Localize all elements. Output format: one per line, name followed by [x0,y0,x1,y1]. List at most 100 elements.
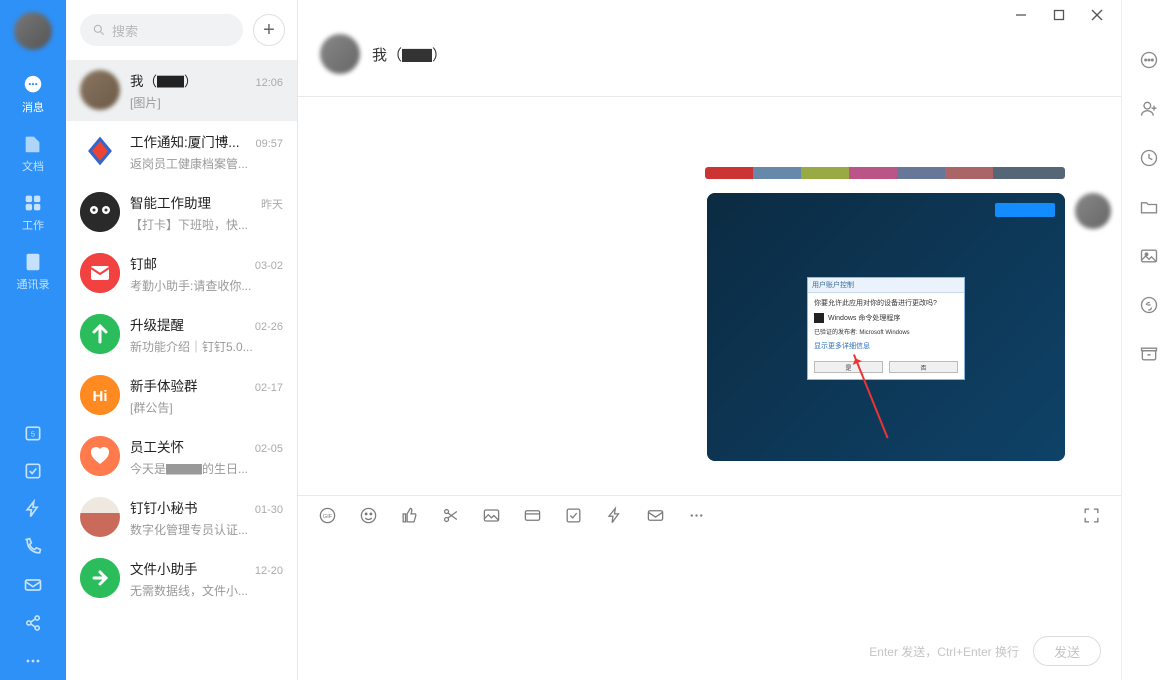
flash-icon [23,499,43,519]
gallery-button[interactable] [1139,246,1159,271]
my-avatar[interactable] [14,12,52,50]
conv-time: 01-30 [255,504,283,516]
conv-subtitle: 数字化管理专员认证... [130,521,283,538]
more-tools-button[interactable] [687,506,706,525]
conv-avatar [80,192,120,232]
conversation-item[interactable]: Hi新手体验群02-17[群公告] [66,365,297,426]
history-button[interactable] [1139,148,1159,173]
message-screenshot: 用户账户控制 你要允许此应用对你的设备进行更改吗? Windows 命令处理程序… [308,193,1111,461]
more-icon [23,651,43,671]
chat-avatar[interactable] [320,34,360,74]
scissors-icon [441,506,460,525]
archive-button[interactable] [1139,344,1159,369]
add-member-button[interactable] [1139,99,1159,124]
gif-icon: GIF [318,506,337,525]
right-rail [1121,0,1175,680]
message-thumbstrip [308,167,1111,179]
conv-avatar [80,70,120,110]
gif-button[interactable]: GIF [318,506,337,525]
conversation-list: 我（▇▇）12:06[图片]工作通知:厦门博...09:57返岗员工健康档案管.… [66,60,297,680]
chat-icon [1139,50,1159,70]
docs-icon [22,133,44,155]
message-scroll[interactable]: 用户账户控制 你要允许此应用对你的设备进行更改吗? Windows 命令处理程序… [298,97,1121,495]
rail-phone[interactable] [0,528,66,566]
conv-subtitle: 新功能介绍｜钉钉5.0... [130,338,283,355]
compose-input[interactable]: Enter 发送，Ctrl+Enter 换行 发送 [298,535,1121,680]
conv-title: 我（▇▇） [130,70,198,90]
card-button[interactable] [523,506,542,525]
image-thumbnail[interactable] [705,167,1065,179]
conv-subtitle: 无需数据线，文件小... [130,582,283,599]
rail-calendar[interactable]: 5 [0,414,66,452]
folder-icon [1139,197,1159,217]
expand-button[interactable] [1082,506,1101,525]
conv-title: 升级提醒 [130,314,184,334]
image-button[interactable] [482,506,501,525]
task-button[interactable] [564,506,583,525]
conversation-item[interactable]: 智能工作助理 昨天【打卡】下班啦，快... [66,182,297,243]
emoji-button[interactable] [359,506,378,525]
nav-messages[interactable]: 消息 [0,64,66,123]
scissors-button[interactable] [441,506,460,525]
conv-avatar [80,436,120,476]
nav-contacts[interactable]: 通讯录 [0,241,66,300]
phone-icon [23,537,43,557]
conv-title: 钉邮 [130,253,157,273]
conv-subtitle: 考勤小助手:请查收你... [130,277,283,294]
mail-button[interactable] [646,506,665,525]
conversation-item[interactable]: 钉邮03-02考勤小助手:请查收你... [66,243,297,304]
conversation-item[interactable]: 升级提醒02-26新功能介绍｜钉钉5.0... [66,304,297,365]
conversation-item[interactable]: 我（▇▇）12:06[图片] [66,60,297,121]
chat-bubble-icon [22,74,44,96]
minimize-button[interactable] [1005,1,1037,29]
expand-icon [1082,506,1101,525]
conv-subtitle: [群公告] [130,399,283,416]
conv-subtitle: 今天是▇▇▇的生日... [130,460,283,477]
nav-rail: 消息 文档 工作 通讯录 5 [0,0,66,680]
nav-label: 文档 [22,158,44,174]
conv-avatar [80,314,120,354]
close-button[interactable] [1081,1,1113,29]
emoji-icon [359,506,378,525]
rail-share[interactable] [0,604,66,642]
new-chat-button[interactable]: + [253,14,285,46]
nav-label: 消息 [22,99,44,115]
conversation-item[interactable]: 员工关怀02-05今天是▇▇▇的生日... [66,426,297,487]
minimize-icon [1015,9,1027,21]
link-button[interactable] [1139,295,1159,320]
conv-subtitle: 【打卡】下班啦，快... [130,216,283,233]
conv-subtitle: [图片] [130,94,283,111]
sender-avatar[interactable] [1075,193,1111,229]
conv-time: 12-20 [255,565,283,577]
rail-mail[interactable] [0,566,66,604]
folder-button[interactable] [1139,197,1159,222]
search-icon [92,23,106,37]
add-user-icon [1139,99,1159,119]
chat-info-button[interactable] [1139,50,1159,75]
image-message[interactable]: 用户账户控制 你要允许此应用对你的设备进行更改吗? Windows 命令处理程序… [707,193,1065,461]
rail-check[interactable] [0,452,66,490]
conv-title: 工作通知:厦门博... [130,131,240,151]
nav-work[interactable]: 工作 [0,182,66,241]
flash-icon [605,506,624,525]
nav-docs[interactable]: 文档 [0,123,66,182]
search-input[interactable]: 搜索 [80,14,243,46]
rail-flash[interactable] [0,490,66,528]
conversation-item[interactable]: 工作通知:厦门博...09:57返岗员工健康档案管... [66,121,297,182]
conv-subtitle: 返岗员工健康档案管... [130,155,283,172]
conv-time: 昨天 [261,196,283,212]
rail-more[interactable] [0,642,66,680]
conversation-item[interactable]: 钉钉小秘书01-30数字化管理专员认证... [66,487,297,548]
conversation-item[interactable]: 文件小助手12-20无需数据线，文件小... [66,548,297,609]
conv-title: 智能工作助理 [130,192,211,212]
like-button[interactable] [400,506,419,525]
search-placeholder: 搜索 [112,21,138,40]
chat-title: 我（▇▇） [372,44,447,65]
conv-avatar [80,497,120,537]
conv-title: 员工关怀 [130,436,184,456]
thumbs-up-icon [400,506,419,525]
send-button[interactable]: 发送 [1033,636,1101,666]
ding-button[interactable] [605,506,624,525]
card-icon [523,506,542,525]
maximize-button[interactable] [1043,1,1075,29]
